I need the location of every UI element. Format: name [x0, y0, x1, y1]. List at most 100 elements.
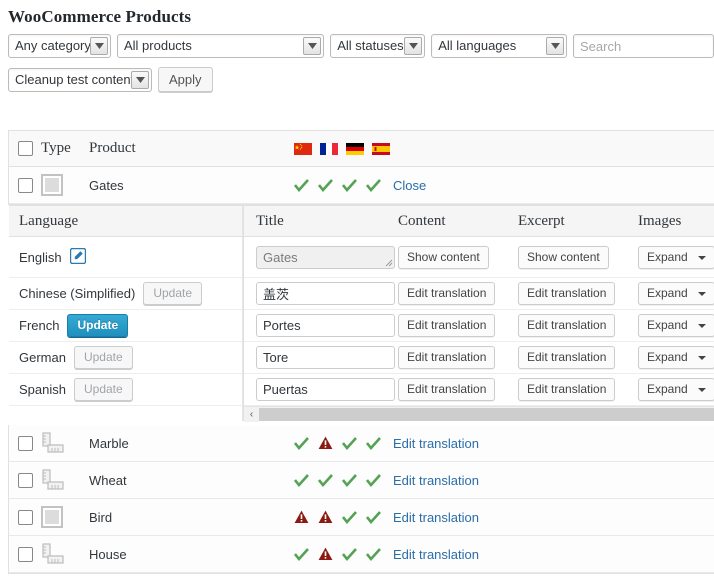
edit-translation-link[interactable]: Edit translation: [393, 547, 479, 562]
statuses-select-label: All statuses: [337, 35, 403, 57]
statuses-select[interactable]: All statuses: [330, 34, 425, 58]
row-status-cell: Edit translation: [294, 473, 714, 488]
row-checkbox-cell: [9, 510, 41, 525]
check-ok-icon: [342, 474, 357, 487]
edit-content-button-spanish[interactable]: Edit translation: [398, 378, 495, 401]
translation-row-french: French Update: [9, 310, 242, 342]
select-all-checkbox[interactable]: [18, 141, 33, 156]
table-row[interactable]: Wheat Edit translation: [9, 462, 714, 499]
chevron-down-icon: [698, 292, 706, 296]
row-checkbox[interactable]: [18, 178, 33, 193]
edit-content-button-french[interactable]: Edit translation: [398, 314, 495, 337]
edit-excerpt-button-spanish[interactable]: Edit translation: [518, 378, 615, 401]
product-name: Marble: [89, 436, 294, 451]
languages-select[interactable]: All languages: [431, 34, 567, 58]
check-ok-icon: [366, 179, 381, 192]
title-cell: [244, 246, 398, 269]
expand-images-button-spanish[interactable]: Expand: [638, 378, 714, 401]
row-status-cell: Edit translation: [294, 436, 714, 451]
check-ok-icon: [366, 474, 381, 487]
table-header-row: Type Product: [9, 131, 714, 167]
update-button-chinese[interactable]: Update: [143, 282, 202, 305]
images-cell: Expand: [638, 378, 714, 401]
language-column-filler: [9, 406, 242, 421]
title-cell: [244, 378, 398, 401]
edit-excerpt-button-chinese[interactable]: Edit translation: [518, 282, 615, 305]
page-title: WooCommerce Products: [0, 0, 714, 28]
search-input[interactable]: [573, 34, 714, 58]
title-input-english[interactable]: [256, 246, 395, 269]
title-input-german[interactable]: [256, 346, 395, 369]
translations-panel-body: Language English Chinese (Simplified) Up…: [9, 206, 714, 421]
table-row[interactable]: Marble Edit translation: [9, 425, 714, 462]
expand-label: Expand: [647, 318, 688, 332]
bulk-action-select[interactable]: Cleanup test content: [8, 68, 152, 92]
category-select[interactable]: Any category: [8, 34, 111, 58]
category-select-label: Any category: [15, 35, 91, 57]
flag-germany-icon: [346, 143, 364, 155]
warning-icon: [318, 510, 333, 524]
row-checkbox[interactable]: [18, 436, 33, 451]
edit-excerpt-button-german[interactable]: Edit translation: [518, 346, 615, 369]
product-name: House: [89, 547, 294, 562]
horizontal-scrollbar[interactable]: ‹: [244, 406, 714, 421]
chevron-down-icon: [698, 388, 706, 392]
row-checkbox[interactable]: [18, 510, 33, 525]
expand-images-button-english[interactable]: Expand: [638, 246, 714, 269]
update-button-french[interactable]: Update: [67, 314, 128, 337]
images-cell: Expand: [638, 314, 714, 337]
row-checkbox[interactable]: [18, 547, 33, 562]
translation-fields-french: Edit translation Edit translation Expand: [244, 310, 714, 342]
translation-fields-chinese: Edit translation Edit translation Expand: [244, 278, 714, 310]
show-excerpt-button-english[interactable]: Show content: [518, 246, 609, 269]
check-ok-icon: [366, 437, 381, 450]
expand-images-button-french[interactable]: Expand: [638, 314, 714, 337]
status-icon-group: Edit translation: [294, 473, 479, 488]
simple-product-icon: [41, 506, 63, 528]
excerpt-cell: Edit translation: [518, 378, 638, 401]
row-checkbox-cell: [9, 178, 41, 193]
show-content-button-english[interactable]: Show content: [398, 246, 489, 269]
row-type-icon-cell: [41, 469, 89, 491]
scroll-left-button[interactable]: ‹: [244, 407, 259, 422]
edit-translation-link[interactable]: Edit translation: [393, 510, 479, 525]
row-checkbox[interactable]: [18, 473, 33, 488]
flag-china-icon: [294, 143, 312, 155]
excerpt-cell: Edit translation: [518, 282, 638, 305]
edit-translation-link[interactable]: Edit translation: [393, 436, 479, 451]
title-input-french[interactable]: [256, 314, 395, 337]
language-label: Chinese (Simplified): [19, 286, 135, 301]
excerpt-cell: Edit translation: [518, 346, 638, 369]
check-ok-icon: [318, 179, 333, 192]
translation-row-english: English: [9, 237, 242, 278]
row-status-cell: Close: [294, 178, 714, 193]
column-header-images: Images: [638, 213, 714, 230]
update-button-spanish[interactable]: Update: [74, 378, 133, 401]
warning-icon: [318, 547, 333, 561]
translation-fields-spanish: Edit translation Edit translation Expand: [244, 374, 714, 406]
translation-row-chinese: Chinese (Simplified) Update: [9, 278, 242, 310]
title-input-spanish[interactable]: [256, 378, 395, 401]
table-row[interactable]: Gates Close: [9, 167, 714, 204]
product-name: Wheat: [89, 473, 294, 488]
content-cell: Edit translation: [398, 282, 518, 305]
products-select[interactable]: All products: [117, 34, 324, 58]
table-row[interactable]: Bird Edit translation: [9, 499, 714, 536]
update-button-german[interactable]: Update: [74, 346, 133, 369]
images-cell: Expand: [638, 246, 714, 269]
title-cell: [244, 282, 398, 305]
edit-pencil-icon[interactable]: [70, 248, 86, 267]
title-input-chinese[interactable]: [256, 282, 395, 305]
edit-translation-link[interactable]: Edit translation: [393, 473, 479, 488]
expand-images-button-chinese[interactable]: Expand: [638, 282, 714, 305]
edit-content-button-german[interactable]: Edit translation: [398, 346, 495, 369]
scrollbar-thumb[interactable]: [259, 408, 714, 421]
languages-select-label: All languages: [438, 35, 516, 57]
language-label: German: [19, 350, 66, 365]
edit-content-button-chinese[interactable]: Edit translation: [398, 282, 495, 305]
expand-images-button-german[interactable]: Expand: [638, 346, 714, 369]
apply-button[interactable]: Apply: [158, 67, 213, 92]
edit-excerpt-button-french[interactable]: Edit translation: [518, 314, 615, 337]
table-row[interactable]: House Edit translation: [9, 536, 714, 573]
close-translations-link[interactable]: Close: [393, 178, 426, 193]
